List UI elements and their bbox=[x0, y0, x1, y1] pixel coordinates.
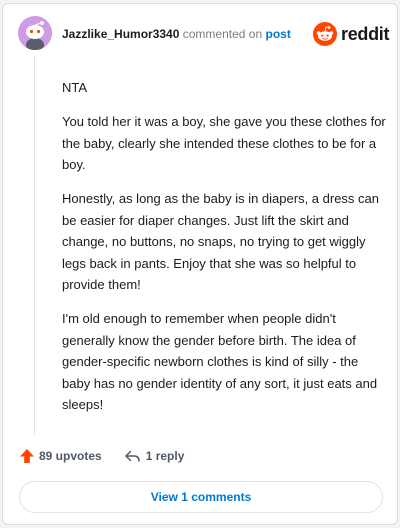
upvote-count: 89 upvotes bbox=[39, 449, 102, 463]
comment-header: Jazzlike_Humor3340 commented on post red… bbox=[3, 4, 397, 62]
comment-paragraph: I'm old enough to remember when people d… bbox=[62, 311, 378, 412]
view-comments-button[interactable]: View 1 comments bbox=[19, 481, 383, 513]
reddit-wordmark: reddit bbox=[341, 23, 390, 44]
upvote-button[interactable]: 89 upvotes bbox=[19, 448, 102, 464]
snoo-avatar-icon bbox=[18, 16, 52, 50]
comment-actions: 89 upvotes 1 reply bbox=[19, 448, 184, 464]
commented-on-text: commented on bbox=[182, 27, 263, 41]
thread-line[interactable] bbox=[34, 56, 35, 434]
upvote-arrow-icon bbox=[20, 449, 34, 463]
comment-paragraph: You told her it was a boy, she gave you … bbox=[62, 114, 386, 172]
comment-paragraph: Honestly, as long as the baby is in diap… bbox=[62, 191, 379, 292]
user-avatar[interactable] bbox=[18, 16, 52, 50]
reply-arrow-icon bbox=[124, 450, 140, 462]
comment-meta: Jazzlike_Humor3340 commented on post bbox=[62, 27, 291, 41]
post-link[interactable]: post bbox=[265, 27, 290, 41]
reply-count: 1 reply bbox=[145, 449, 185, 463]
reply-button[interactable]: 1 reply bbox=[124, 448, 185, 464]
comment-card: Jazzlike_Humor3340 commented on post red… bbox=[2, 3, 398, 525]
reddit-logo[interactable]: reddit bbox=[313, 22, 390, 46]
comment-paragraph: NTA bbox=[62, 80, 88, 95]
comment-body: NTA You told her it was a boy, she gave … bbox=[62, 77, 387, 428]
reddit-snoo-icon bbox=[313, 22, 337, 46]
username[interactable]: Jazzlike_Humor3340 bbox=[62, 27, 179, 41]
